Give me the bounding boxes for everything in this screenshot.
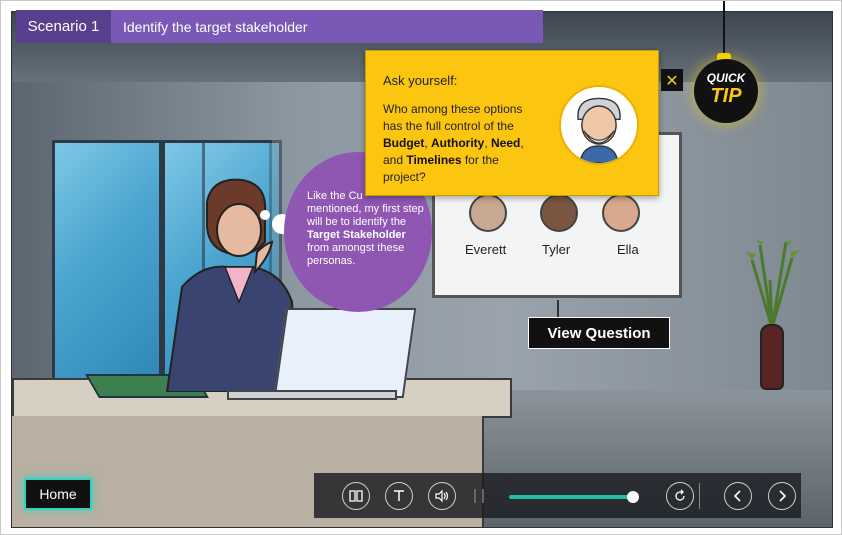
plant-illustration: [746, 240, 800, 330]
control-separator: [699, 483, 700, 509]
thought-line-1: Like the Cu: [307, 190, 363, 202]
quick-tip-bulb-icon[interactable]: QUICK TIP: [694, 59, 758, 123]
thought-line-5: personas.: [307, 255, 356, 267]
scenario-title: Identify the target stakeholder: [111, 10, 543, 43]
bulb-cord: [723, 1, 725, 61]
chevron-right-icon: [779, 490, 787, 502]
thought-line-3: will be to identify the: [307, 216, 407, 228]
speaker-icon: [435, 489, 449, 503]
home-button[interactable]: Home: [24, 478, 92, 510]
next-button[interactable]: [768, 482, 796, 510]
plant-vase: [760, 324, 784, 390]
persona-everett-portrait: [469, 194, 507, 232]
tip-question-part1: Who among these options has the full con…: [383, 102, 523, 133]
audio-button[interactable]: [428, 482, 456, 510]
previous-button[interactable]: [724, 482, 752, 510]
advisor-avatar: [559, 85, 639, 165]
glossary-book-button[interactable]: [342, 482, 370, 510]
progress-thumb[interactable]: [627, 491, 639, 503]
pause-icon[interactable]: [474, 489, 484, 503]
tip-heading: Ask yourself:: [383, 73, 458, 88]
thought-text: Like the Cu mentioned, my first step wil…: [307, 190, 431, 268]
quick-tip-popup: Ask yourself: Who among these options ha…: [365, 50, 659, 196]
progress-track[interactable]: [509, 495, 633, 499]
tip-term-budget: Budget: [383, 136, 425, 150]
view-question-button[interactable]: View Question: [528, 317, 670, 349]
persona-name-ella: Ella: [617, 242, 639, 257]
app-frame: Everett Tyler Ella Like the Cu mentioned…: [0, 0, 842, 535]
persona-tyler-portrait: [540, 194, 578, 232]
persona-ella-portrait: [602, 194, 640, 232]
text-t-icon: [394, 490, 404, 501]
thought-line-2: mentioned, my first step: [307, 203, 424, 215]
tip-sep-2: ,: [484, 136, 491, 150]
quick-tip-word-1: QUICK: [706, 71, 746, 85]
thought-dot-small: [260, 210, 270, 220]
replay-icon: [675, 489, 685, 501]
laptop-screen: [273, 308, 417, 398]
tip-term-timelines: Timelines: [406, 153, 462, 167]
thought-line-4: from amongst these: [307, 242, 405, 254]
scenario-label: Scenario 1: [16, 10, 111, 43]
advisor-face-icon: [577, 97, 621, 163]
close-tip-button[interactable]: ✕: [661, 69, 683, 91]
transcript-button[interactable]: [385, 482, 413, 510]
persona-name-tyler: Tyler: [542, 242, 571, 257]
tip-term-authority: Authority: [431, 136, 485, 150]
tip-question: Who among these options has the full con…: [383, 101, 543, 186]
book-icon: [349, 490, 363, 502]
tip-term-need: Need: [491, 136, 521, 150]
chevron-left-icon: [733, 490, 741, 502]
thought-bold-term: Target Stakeholder: [307, 229, 406, 241]
scenario-header: Scenario 1 Identify the target stakehold…: [16, 10, 543, 43]
player-controls: [314, 473, 801, 518]
tip-sep-1: ,: [424, 136, 431, 150]
laptop-base: [227, 390, 397, 400]
replay-button[interactable]: [666, 482, 694, 510]
office-window-left: [52, 140, 162, 390]
persona-name-everett: Everett: [465, 242, 507, 257]
quick-tip-word-2: TIP: [710, 85, 742, 107]
